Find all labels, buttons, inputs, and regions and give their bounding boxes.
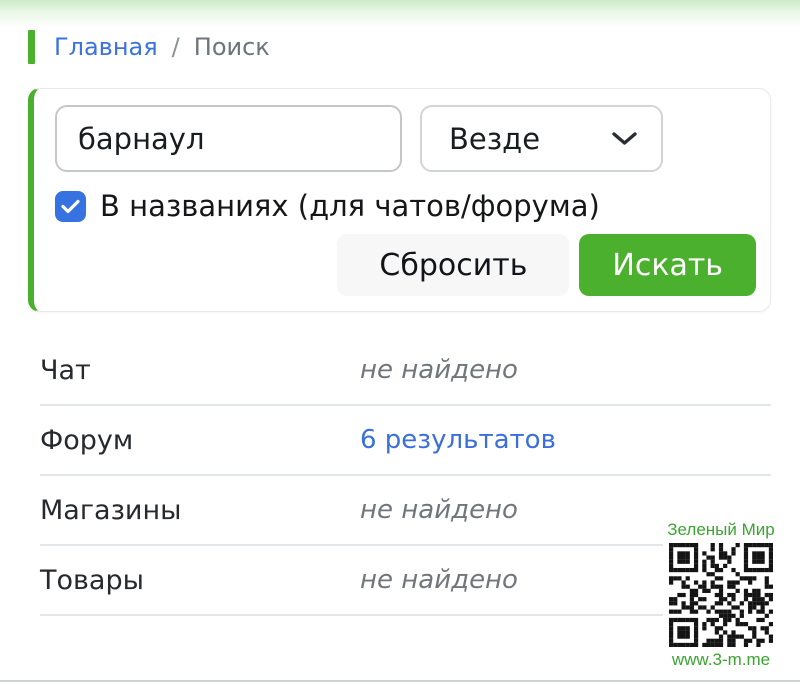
in-titles-checkbox-label[interactable]: В названиях (для чатов/форума) [100, 189, 600, 223]
result-row-forum: Форум 6 результатов [40, 406, 771, 476]
search-input[interactable] [55, 105, 402, 172]
result-row-chat: Чат не найдено [40, 336, 771, 406]
result-label: Товары [40, 565, 360, 596]
in-titles-checkbox[interactable] [55, 191, 86, 222]
result-row-goods: Товары не найдено [40, 546, 771, 616]
reset-button[interactable]: Сбросить [337, 234, 569, 296]
checkbox-row: В названиях (для чатов/форума) [55, 189, 756, 223]
result-value: не найдено [360, 495, 518, 525]
result-value: не найдено [360, 565, 518, 595]
page-bottom-divider [0, 680, 800, 682]
watermark: Зеленый Мир www.3-m.me [663, 520, 779, 670]
scope-select-value: Везде [449, 122, 540, 156]
result-label: Форум [40, 425, 360, 456]
result-label: Магазины [40, 495, 360, 526]
search-button[interactable]: Искать [579, 234, 756, 296]
page-top-glow [0, 0, 800, 28]
breadcrumb: Главная / Поиск [28, 30, 270, 64]
breadcrumb-home-link[interactable]: Главная [54, 33, 158, 61]
qr-code-icon [669, 543, 773, 647]
form-buttons-row: Сбросить Искать [55, 234, 756, 296]
watermark-title: Зеленый Мир [663, 520, 779, 540]
result-label: Чат [40, 355, 360, 386]
search-form-row: Везде [55, 105, 756, 172]
scope-select[interactable]: Везде [420, 105, 663, 172]
breadcrumb-current: Поиск [194, 33, 270, 61]
check-icon [61, 199, 80, 214]
forum-results-link[interactable]: 6 результатов [360, 425, 556, 455]
breadcrumb-accent-bar [28, 30, 35, 64]
result-row-shops: Магазины не найдено [40, 476, 771, 546]
result-value: не найдено [360, 355, 518, 385]
results-list: Чат не найдено Форум 6 результатов Магаз… [40, 336, 771, 616]
breadcrumb-separator: / [172, 33, 180, 61]
search-card: Везде В названиях (для чатов/форума) Сбр… [28, 88, 771, 312]
watermark-url: www.3-m.me [663, 650, 779, 670]
chevron-down-icon [611, 130, 638, 147]
